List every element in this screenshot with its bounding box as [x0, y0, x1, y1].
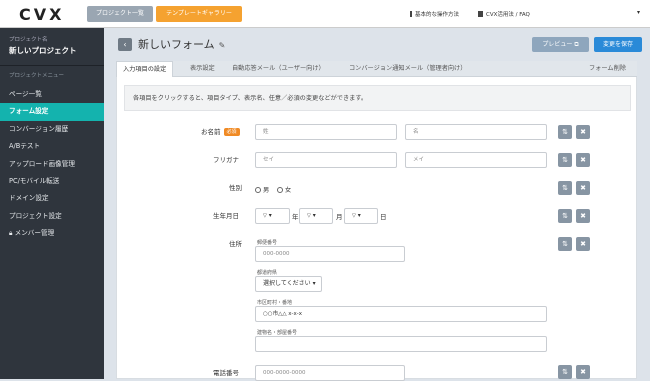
gender-female-label: 女: [285, 187, 292, 194]
tab-delete-form[interactable]: フォーム削除: [589, 61, 626, 77]
book-icon: [478, 11, 483, 17]
basic-ops-label: 基本的な操作方法: [415, 12, 460, 18]
sidebar-item-domain-settings[interactable]: ドメイン設定: [0, 190, 104, 207]
sidebar: プロジェクト名 新しいプロジェクト プロジェクトメニュー ページ一覧 フォーム設…: [0, 28, 104, 379]
city-input[interactable]: ○○市△△ x-x-x: [255, 306, 547, 322]
info-box: 各項目をクリックすると、項目タイプ、表示名、任意／必須の変更などができます。: [124, 85, 631, 111]
day-unit: 日: [380, 213, 387, 221]
chevron-down-icon: ▽: [263, 213, 267, 219]
radio-circle-icon: [277, 187, 283, 193]
address-label[interactable]: 住所: [229, 238, 242, 248]
sort-icon[interactable]: ⇅: [558, 209, 572, 223]
sidebar-item-form-settings[interactable]: フォーム設定: [0, 103, 104, 121]
sidebar-item-members[interactable]: 🔒︎ メンバー管理: [0, 225, 104, 242]
prefecture-select-value: 選択してください: [263, 280, 311, 287]
first-name-input[interactable]: 名: [405, 124, 547, 140]
name-field-label[interactable]: お名前 必須: [201, 126, 240, 136]
sidebar-item-conversion-history[interactable]: コンバージョン履歴: [0, 121, 104, 138]
info-icon: [410, 11, 412, 17]
required-badge: 必須: [223, 128, 240, 136]
gender-radio-female[interactable]: 女: [277, 185, 291, 194]
zip-label: 郵便番号: [257, 240, 278, 246]
basic-ops-link[interactable]: 基本的な操作方法: [410, 10, 459, 18]
furigana-label[interactable]: フリガナ: [213, 154, 239, 164]
lock-icon: 🔒︎: [9, 229, 13, 238]
year-unit: 年: [292, 213, 299, 221]
preview-button[interactable]: プレビュー ⧉: [532, 37, 589, 52]
delete-icon[interactable]: ✖: [576, 153, 590, 167]
first-kana-input[interactable]: メイ: [405, 152, 547, 168]
gender-male-label: 男: [263, 187, 270, 194]
birth-month-select[interactable]: ▽ ▾: [299, 208, 333, 224]
phone-label[interactable]: 電話番号: [213, 367, 239, 377]
tab-display-settings[interactable]: 表示設定: [190, 61, 215, 77]
sidebar-item-ab-test[interactable]: A/Bテスト: [0, 138, 104, 155]
prefecture-select[interactable]: 選択してください ▾: [255, 276, 322, 292]
month-unit: 月: [336, 213, 343, 221]
project-caption: プロジェクト名: [9, 37, 48, 43]
page-title: 新しいフォーム ✎: [138, 36, 225, 52]
birth-year-select[interactable]: ▽ ▾: [255, 208, 290, 224]
radio-circle-icon: [255, 187, 261, 193]
delete-icon[interactable]: ✖: [576, 237, 590, 251]
save-button[interactable]: 変更を保存: [594, 37, 642, 52]
project-name: 新しいプロジェクト: [9, 46, 77, 55]
delete-icon[interactable]: ✖: [576, 125, 590, 139]
logo[interactable]: CVX: [19, 5, 64, 24]
sort-icon[interactable]: ⇅: [558, 153, 572, 167]
sort-icon[interactable]: ⇅: [558, 125, 572, 139]
sort-icon[interactable]: ⇅: [558, 181, 572, 195]
top-bar: CVX プロジェクト一覧 テンプレートギャラリー 基本的な操作方法 CVX活用法…: [0, 0, 650, 28]
template-gallery-button[interactable]: テンプレートギャラリー: [156, 6, 242, 22]
sort-icon[interactable]: ⇅: [558, 365, 572, 379]
birth-day-select[interactable]: ▽ ▾: [344, 208, 378, 224]
back-button[interactable]: ‹: [118, 38, 132, 51]
form-title: 新しいフォーム: [138, 38, 215, 51]
pencil-icon[interactable]: ✎: [219, 41, 226, 50]
tab-auto-reply-mail[interactable]: 自動応答メール（ユーザー向け）: [232, 61, 325, 77]
sidebar-item-members-label: メンバー管理: [14, 229, 55, 238]
last-name-input[interactable]: 姓: [255, 124, 397, 140]
building-input[interactable]: [255, 336, 547, 352]
city-label: 市区町村・番地: [257, 300, 293, 306]
last-kana-input[interactable]: セイ: [255, 152, 397, 168]
sidebar-item-image-upload[interactable]: アップロード画像管理: [0, 156, 104, 173]
tab-input-items[interactable]: 入力項目の設定: [116, 61, 174, 77]
external-link-icon: ⧉: [574, 41, 579, 48]
chevron-left-icon: ‹: [123, 40, 127, 49]
zip-input[interactable]: 000-0000: [255, 246, 405, 262]
preview-label: プレビュー: [542, 41, 573, 48]
faq-label: CVX活用法 / FAQ: [486, 12, 530, 18]
chevron-down-icon: ▽: [352, 213, 356, 219]
main-area: ‹ 新しいフォーム ✎ プレビュー ⧉ 変更を保存 入力項目の設定 表示設定 自動…: [104, 28, 650, 381]
delete-icon[interactable]: ✖: [576, 365, 590, 379]
sort-icon[interactable]: ⇅: [558, 237, 572, 251]
building-label: 建物名・部屋番号: [257, 330, 298, 336]
delete-icon[interactable]: ✖: [576, 181, 590, 195]
tab-bar: 入力項目の設定 表示設定 自動応答メール（ユーザー向け） コンバージョン通知メー…: [116, 61, 637, 77]
prefecture-label: 都道府県: [257, 270, 278, 276]
project-list-button[interactable]: プロジェクト一覧: [87, 6, 153, 22]
menu-heading: プロジェクトメニュー: [9, 73, 65, 79]
delete-icon[interactable]: ✖: [576, 209, 590, 223]
account-chevron-down-icon[interactable]: ▾: [637, 9, 640, 16]
chevron-down-icon: ▾: [312, 280, 316, 287]
gender-radio-male[interactable]: 男: [255, 185, 269, 194]
sidebar-item-project-settings[interactable]: プロジェクト設定: [0, 208, 104, 225]
sidebar-item-pages[interactable]: ページ一覧: [0, 86, 104, 103]
gender-label[interactable]: 性別: [229, 182, 242, 192]
tab-conversion-notify-mail[interactable]: コンバージョン通知メール（管理者向け）: [349, 61, 466, 77]
birthday-label[interactable]: 生年月日: [213, 210, 239, 220]
faq-link[interactable]: CVX活用法 / FAQ: [478, 10, 530, 18]
sidebar-item-pc-mobile-transfer[interactable]: PC/モバイル転送: [0, 173, 104, 190]
chevron-down-icon: ▽: [307, 213, 311, 219]
form-fields-panel: 各項目をクリックすると、項目タイプ、表示名、任意／必須の変更などができます。 お…: [116, 77, 637, 381]
project-info: プロジェクト名 新しいプロジェクト: [0, 28, 104, 66]
name-label: お名前: [201, 128, 221, 136]
